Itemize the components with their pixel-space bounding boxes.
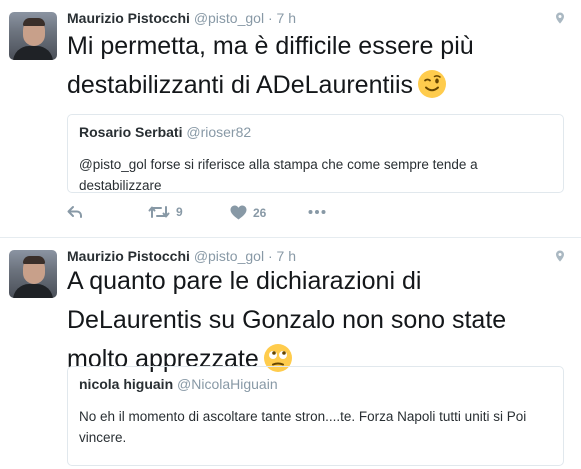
avatar-shirt (13, 46, 53, 60)
quoted-author-name: nicola higuain (79, 376, 174, 392)
more-icon (308, 210, 326, 214)
separator-dot: · (267, 10, 273, 26)
quoted-header: nicola higuain @NicolaHiguain (79, 376, 552, 392)
quoted-header: Rosario Serbati @rioser82 (79, 124, 552, 140)
avatar-hair (23, 256, 45, 264)
quoted-text: @pisto_gol forse si riferisce alla stamp… (79, 157, 478, 193)
quoted-author-handle: @rioser82 (186, 124, 252, 140)
more-button[interactable] (308, 205, 326, 219)
avatar-hair (23, 18, 45, 26)
tweet[interactable]: Maurizio Pistocchi @pisto_gol · 7 h Mi p… (0, 0, 581, 238)
location-pin-icon[interactable] (553, 249, 567, 263)
tweet-actions: 9 26 (67, 205, 367, 225)
like-count: 26 (253, 205, 267, 220)
winking-face-icon (417, 69, 447, 111)
quoted-author-name: Rosario Serbati (79, 124, 183, 140)
heart-icon (230, 205, 247, 220)
quoted-author-handle: @NicolaHiguain (177, 376, 278, 392)
tweet-header: Maurizio Pistocchi @pisto_gol · 7 h (67, 10, 296, 26)
tweet-text: Mi permetta, ma è difficile essere più d… (67, 27, 557, 111)
avatar[interactable] (9, 12, 57, 60)
like-button[interactable]: 26 (230, 205, 266, 220)
quoted-text: No eh il momento di ascoltare tante stro… (79, 409, 527, 445)
retweet-icon (148, 206, 170, 218)
avatar[interactable] (9, 250, 57, 298)
tweet-time[interactable]: 7 h (277, 10, 296, 26)
tweet[interactable]: Maurizio Pistocchi @pisto_gol · 7 h A qu… (0, 238, 581, 469)
author-handle[interactable]: @pisto_gol (194, 10, 264, 26)
quoted-tweet[interactable]: Rosario Serbati @rioser82 @pisto_gol for… (67, 114, 564, 193)
author-name[interactable]: Maurizio Pistocchi (67, 10, 190, 26)
avatar-shirt (13, 284, 53, 298)
reply-button[interactable] (67, 205, 83, 219)
retweet-button[interactable]: 9 (148, 205, 183, 219)
quoted-tweet[interactable]: nicola higuain @NicolaHiguain No eh il m… (67, 366, 564, 466)
tweet-text-content: Mi permetta, ma è difficile essere più d… (67, 32, 474, 99)
reply-icon (67, 206, 82, 218)
location-pin-icon[interactable] (553, 11, 567, 25)
retweet-count: 9 (176, 205, 183, 219)
